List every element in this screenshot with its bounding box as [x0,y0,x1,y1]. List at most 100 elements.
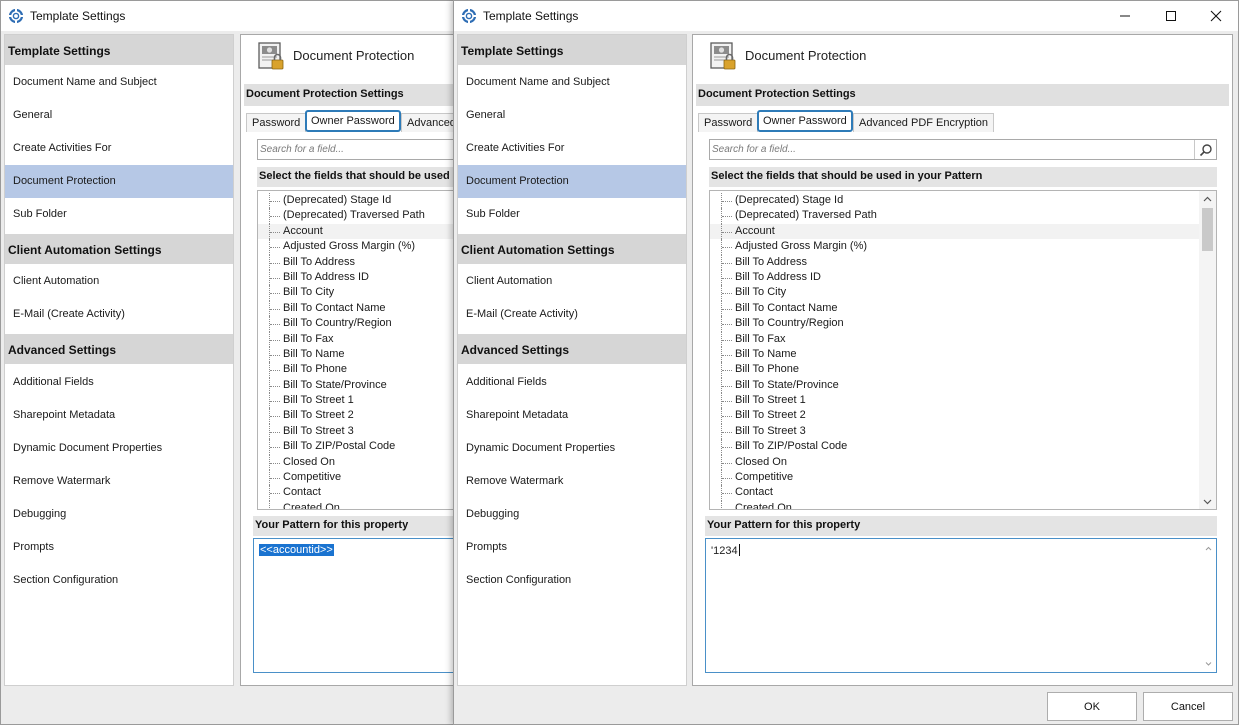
close-button[interactable] [1193,1,1238,31]
tree-item[interactable]: Bill To Street 2 [710,408,1216,425]
sidebar-item-section-configuration[interactable]: Section Configuration [5,564,233,597]
tab-advanced-pdf-encryption[interactable]: Advanced PDF Encryption [853,113,995,132]
search-input[interactable] [712,142,1192,157]
tree-item[interactable]: Bill To Name [710,346,1216,363]
tree-item[interactable]: Adjusted Gross Margin (%) [710,239,1216,255]
tree-item[interactable]: Competitive [710,470,1216,486]
tree-item[interactable]: (Deprecated) Traversed Path [710,208,1216,225]
sidebar-item-prompts[interactable]: Prompts [458,531,686,564]
tree-item[interactable]: Bill To Address ID [258,269,455,286]
tree-item[interactable]: Bill To Street 1 [710,393,1216,409]
tree-item[interactable]: Contact [710,485,1216,502]
sidebar-item-dynamic-document-properties[interactable]: Dynamic Document Properties [458,432,686,465]
ok-button[interactable]: OK [1047,692,1137,721]
tree-item[interactable]: Bill To Country/Region [258,316,455,332]
scroll-up-icon[interactable] [1202,542,1214,554]
tree-item[interactable]: Bill To Street 3 [258,423,455,440]
sidebar-section-header: Client Automation Settings [5,234,233,264]
tree-item[interactable]: Competitive [258,470,455,486]
scroll-down-icon[interactable] [1199,493,1216,509]
sidebar-item-client-automation[interactable]: Client Automation [5,265,233,298]
tree-item[interactable]: Bill To Name [258,346,455,363]
tree-item[interactable]: Account [710,223,1216,240]
sidebar-item-section-configuration[interactable]: Section Configuration [458,564,686,597]
sidebar-item-remove-watermark[interactable]: Remove Watermark [5,465,233,498]
tab-advanced-pdf-encryption[interactable]: Advanced [401,113,455,132]
pattern-scrollbar[interactable] [1202,542,1214,669]
tree-item[interactable]: Bill To City [710,285,1216,302]
tab-owner-password[interactable]: Owner Password [757,110,853,132]
tree-item[interactable]: Bill To Fax [710,331,1216,348]
tab-password[interactable]: Password [698,113,759,132]
sidebar-item-create-activities-for[interactable]: Create Activities For [5,132,233,165]
tab-password[interactable]: Password [246,113,307,132]
search-input[interactable] [260,142,455,157]
sidebar-item-create-activities-for[interactable]: Create Activities For [458,132,686,165]
sidebar-item-additional-fields[interactable]: Additional Fields [5,366,233,399]
sidebar-item-client-automation[interactable]: Client Automation [458,265,686,298]
tree-item[interactable]: Bill To Fax [258,331,455,348]
tree-item[interactable]: Bill To Street 2 [258,408,455,425]
tree-item[interactable]: Bill To Country/Region [710,316,1216,332]
sidebar-item-e-mail-create-activity[interactable]: E-Mail (Create Activity) [458,298,686,331]
sidebar-item-general[interactable]: General [5,99,233,132]
tree-item[interactable]: Account [258,223,455,240]
tree-item[interactable]: Bill To ZIP/Postal Code [710,439,1216,456]
tree-item[interactable]: Bill To Address ID [710,269,1216,286]
sidebar-item-prompts[interactable]: Prompts [5,531,233,564]
sidebar-item-document-protection[interactable]: Document Protection [5,165,233,198]
title-bar: Template Settings [454,1,1238,31]
sidebar-item-debugging[interactable]: Debugging [458,498,686,531]
tab-owner-password[interactable]: Owner Password [305,110,401,132]
pattern-textbox[interactable]: '1234 [705,538,1217,673]
tree-item[interactable]: (Deprecated) Stage Id [710,193,1216,209]
tree-item[interactable]: (Deprecated) Stage Id [258,193,455,209]
scroll-up-icon[interactable] [1199,191,1216,207]
tree-item[interactable]: Bill To Contact Name [710,300,1216,317]
sidebar-item-sharepoint-metadata[interactable]: Sharepoint Metadata [458,399,686,432]
tree-item[interactable]: Bill To ZIP/Postal Code [258,439,455,456]
tree-item[interactable]: (Deprecated) Traversed Path [258,208,455,225]
tree-scrollbar[interactable] [1199,191,1216,509]
minimize-button[interactable] [1102,1,1148,31]
tree-item[interactable]: Bill To Address [710,254,1216,271]
sidebar-item-document-name-and-subject[interactable]: Document Name and Subject [458,66,686,99]
sidebar-item-remove-watermark[interactable]: Remove Watermark [458,465,686,498]
maximize-button[interactable] [1148,1,1194,31]
tree-item[interactable]: Created On [258,500,455,509]
scroll-thumb[interactable] [1202,208,1213,251]
sidebar-item-e-mail-create-activity[interactable]: E-Mail (Create Activity) [5,298,233,331]
tree-item[interactable]: Bill To Contact Name [258,300,455,317]
sidebar-item-sub-folder[interactable]: Sub Folder [458,198,686,231]
tree-item[interactable]: Contact [258,485,455,502]
sidebar-item-document-name-and-subject[interactable]: Document Name and Subject [5,66,233,99]
scroll-down-icon[interactable] [1202,657,1214,669]
sidebar-item-additional-fields[interactable]: Additional Fields [458,366,686,399]
tree-item[interactable]: Closed On [710,454,1216,471]
tree-item[interactable]: Bill To Street 3 [710,423,1216,440]
tree-item[interactable]: Bill To Address [258,254,455,271]
tree-item[interactable]: Bill To Phone [710,362,1216,379]
tree-item[interactable]: Bill To State/Province [710,377,1216,394]
tree-item[interactable]: Bill To State/Province [258,377,455,394]
sidebar-section-header: Template Settings [458,35,686,65]
sidebar-item-sub-folder[interactable]: Sub Folder [5,198,233,231]
cancel-button[interactable]: Cancel [1143,692,1233,721]
tree-item[interactable]: Created On [710,500,1216,509]
sidebar-item-sharepoint-metadata[interactable]: Sharepoint Metadata [5,399,233,432]
section-header: Document Protection Settings [244,84,455,106]
search-icon[interactable] [1194,140,1216,159]
window-title: Template Settings [30,9,126,23]
tree-item[interactable]: Bill To Street 1 [258,393,455,409]
sidebar-item-general[interactable]: General [458,99,686,132]
tree-item[interactable]: Adjusted Gross Margin (%) [258,239,455,255]
tree-item[interactable]: Closed On [258,454,455,471]
sidebar-item-dynamic-document-properties[interactable]: Dynamic Document Properties [5,432,233,465]
sidebar-item-document-protection[interactable]: Document Protection [458,165,686,198]
sidebar-section-header: Advanced Settings [458,334,686,364]
tree-item[interactable]: Bill To City [258,285,455,302]
sidebar-item-debugging[interactable]: Debugging [5,498,233,531]
tree-item[interactable]: Bill To Phone [258,362,455,379]
pattern-textbox[interactable]: <<accountid>> [253,538,455,673]
sidebar-section-header: Advanced Settings [5,334,233,364]
